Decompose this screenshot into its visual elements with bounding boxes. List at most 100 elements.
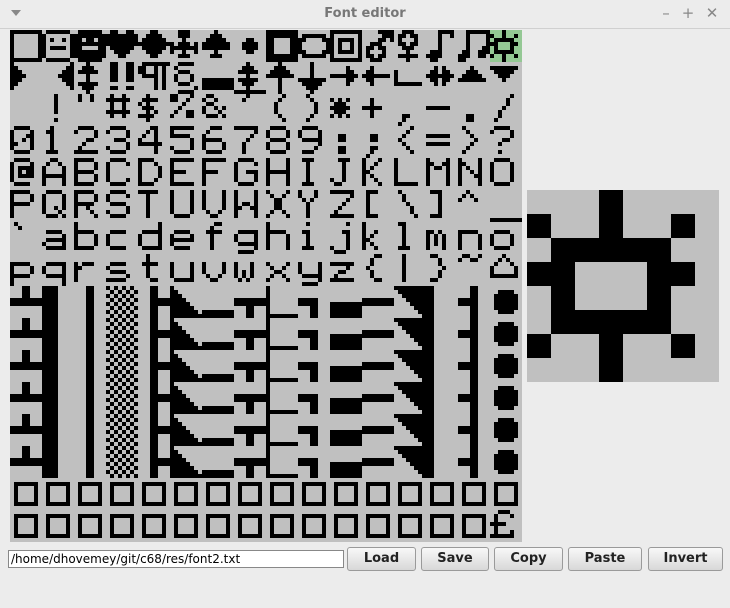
- glyph-cell[interactable]: [426, 222, 458, 254]
- file-path-input[interactable]: [8, 550, 344, 568]
- glyph-cell[interactable]: [490, 510, 522, 542]
- glyph-cell[interactable]: [490, 222, 522, 254]
- glyph-cell[interactable]: [490, 254, 522, 286]
- glyph-cell[interactable]: [202, 286, 234, 318]
- glyph-cell[interactable]: [458, 30, 490, 62]
- glyph-cell[interactable]: [394, 382, 426, 414]
- glyph-cell[interactable]: [394, 190, 426, 222]
- glyph-cell[interactable]: [426, 318, 458, 350]
- glyph-cell[interactable]: [394, 254, 426, 286]
- glyph-cell[interactable]: [10, 414, 42, 446]
- glyph-cell[interactable]: [74, 94, 106, 126]
- glyph-cell[interactable]: [202, 158, 234, 190]
- glyph-cell[interactable]: [42, 94, 74, 126]
- glyph-cell[interactable]: [330, 286, 362, 318]
- glyph-cell[interactable]: [298, 94, 330, 126]
- glyph-cell[interactable]: [170, 318, 202, 350]
- glyph-cell[interactable]: [42, 30, 74, 62]
- glyph-cell[interactable]: [138, 254, 170, 286]
- glyph-cell[interactable]: [42, 478, 74, 510]
- glyph-cell[interactable]: [170, 510, 202, 542]
- glyph-cell[interactable]: [266, 414, 298, 446]
- close-button[interactable]: ✕: [703, 4, 721, 22]
- glyph-cell[interactable]: [138, 30, 170, 62]
- glyph-cell[interactable]: [298, 446, 330, 478]
- glyph-cell[interactable]: [426, 94, 458, 126]
- glyph-cell[interactable]: [170, 446, 202, 478]
- glyph-cell[interactable]: [42, 286, 74, 318]
- glyph-cell[interactable]: [426, 62, 458, 94]
- glyph-cell[interactable]: [170, 62, 202, 94]
- glyph-cell[interactable]: [266, 62, 298, 94]
- glyph-cell[interactable]: [234, 94, 266, 126]
- glyph-cell[interactable]: [490, 126, 522, 158]
- glyph-cell[interactable]: [362, 158, 394, 190]
- glyph-cell[interactable]: [138, 318, 170, 350]
- glyph-cell[interactable]: [234, 30, 266, 62]
- glyph-cell[interactable]: [426, 254, 458, 286]
- glyph-cell[interactable]: [426, 350, 458, 382]
- glyph-cell[interactable]: [330, 190, 362, 222]
- glyph-cell[interactable]: [394, 126, 426, 158]
- glyph-cell[interactable]: [458, 126, 490, 158]
- maximize-button[interactable]: +: [679, 4, 697, 22]
- glyph-cell[interactable]: [106, 414, 138, 446]
- glyph-cell[interactable]: [10, 318, 42, 350]
- glyph-cell[interactable]: [458, 222, 490, 254]
- glyph-cell[interactable]: [330, 478, 362, 510]
- glyph-cell[interactable]: [298, 30, 330, 62]
- glyph-cell[interactable]: [490, 318, 522, 350]
- glyph-cell[interactable]: [170, 286, 202, 318]
- glyph-cell[interactable]: [426, 382, 458, 414]
- glyph-cell[interactable]: [330, 414, 362, 446]
- glyph-cell[interactable]: [138, 350, 170, 382]
- glyph-cell[interactable]: [330, 158, 362, 190]
- glyph-cell[interactable]: [170, 382, 202, 414]
- glyph-cell[interactable]: [266, 446, 298, 478]
- glyph-cell[interactable]: [74, 350, 106, 382]
- save-button[interactable]: Save: [421, 547, 489, 571]
- glyph-cell[interactable]: [266, 190, 298, 222]
- glyph-cell[interactable]: [42, 510, 74, 542]
- glyph-cell[interactable]: [330, 350, 362, 382]
- glyph-cell[interactable]: [138, 62, 170, 94]
- glyph-cell[interactable]: [234, 350, 266, 382]
- glyph-cell[interactable]: [458, 382, 490, 414]
- glyph-cell[interactable]: [170, 350, 202, 382]
- glyph-cell[interactable]: [266, 94, 298, 126]
- glyph-cell[interactable]: [298, 254, 330, 286]
- glyph-cell[interactable]: [234, 158, 266, 190]
- glyph-cell[interactable]: [106, 382, 138, 414]
- glyph-cell[interactable]: [362, 126, 394, 158]
- glyph-cell[interactable]: [106, 190, 138, 222]
- glyph-cell[interactable]: [202, 254, 234, 286]
- glyph-cell[interactable]: [298, 158, 330, 190]
- glyph-cell[interactable]: [362, 350, 394, 382]
- glyph-cell[interactable]: [202, 478, 234, 510]
- glyph-cell[interactable]: [458, 350, 490, 382]
- glyph-cell[interactable]: [490, 478, 522, 510]
- glyph-cell[interactable]: [394, 62, 426, 94]
- glyph-cell[interactable]: [490, 446, 522, 478]
- glyph-cell[interactable]: [490, 350, 522, 382]
- glyph-cell[interactable]: [106, 446, 138, 478]
- glyph-cell[interactable]: [138, 382, 170, 414]
- glyph-cell[interactable]: [74, 254, 106, 286]
- glyph-cell[interactable]: [234, 62, 266, 94]
- glyph-cell[interactable]: [74, 382, 106, 414]
- glyph-cell[interactable]: [106, 510, 138, 542]
- glyph-cell[interactable]: [170, 478, 202, 510]
- glyph-cell[interactable]: [234, 382, 266, 414]
- glyph-cell[interactable]: [138, 158, 170, 190]
- glyph-cell[interactable]: [74, 190, 106, 222]
- glyph-cell[interactable]: [362, 446, 394, 478]
- glyph-cell[interactable]: [170, 254, 202, 286]
- copy-button[interactable]: Copy: [494, 547, 563, 571]
- glyph-cell[interactable]: [458, 62, 490, 94]
- glyph-cell[interactable]: [10, 94, 42, 126]
- glyph-cell[interactable]: [170, 158, 202, 190]
- glyph-cell[interactable]: [298, 350, 330, 382]
- glyph-cell[interactable]: [170, 30, 202, 62]
- glyph-cell[interactable]: [106, 254, 138, 286]
- glyph-cell[interactable]: [10, 510, 42, 542]
